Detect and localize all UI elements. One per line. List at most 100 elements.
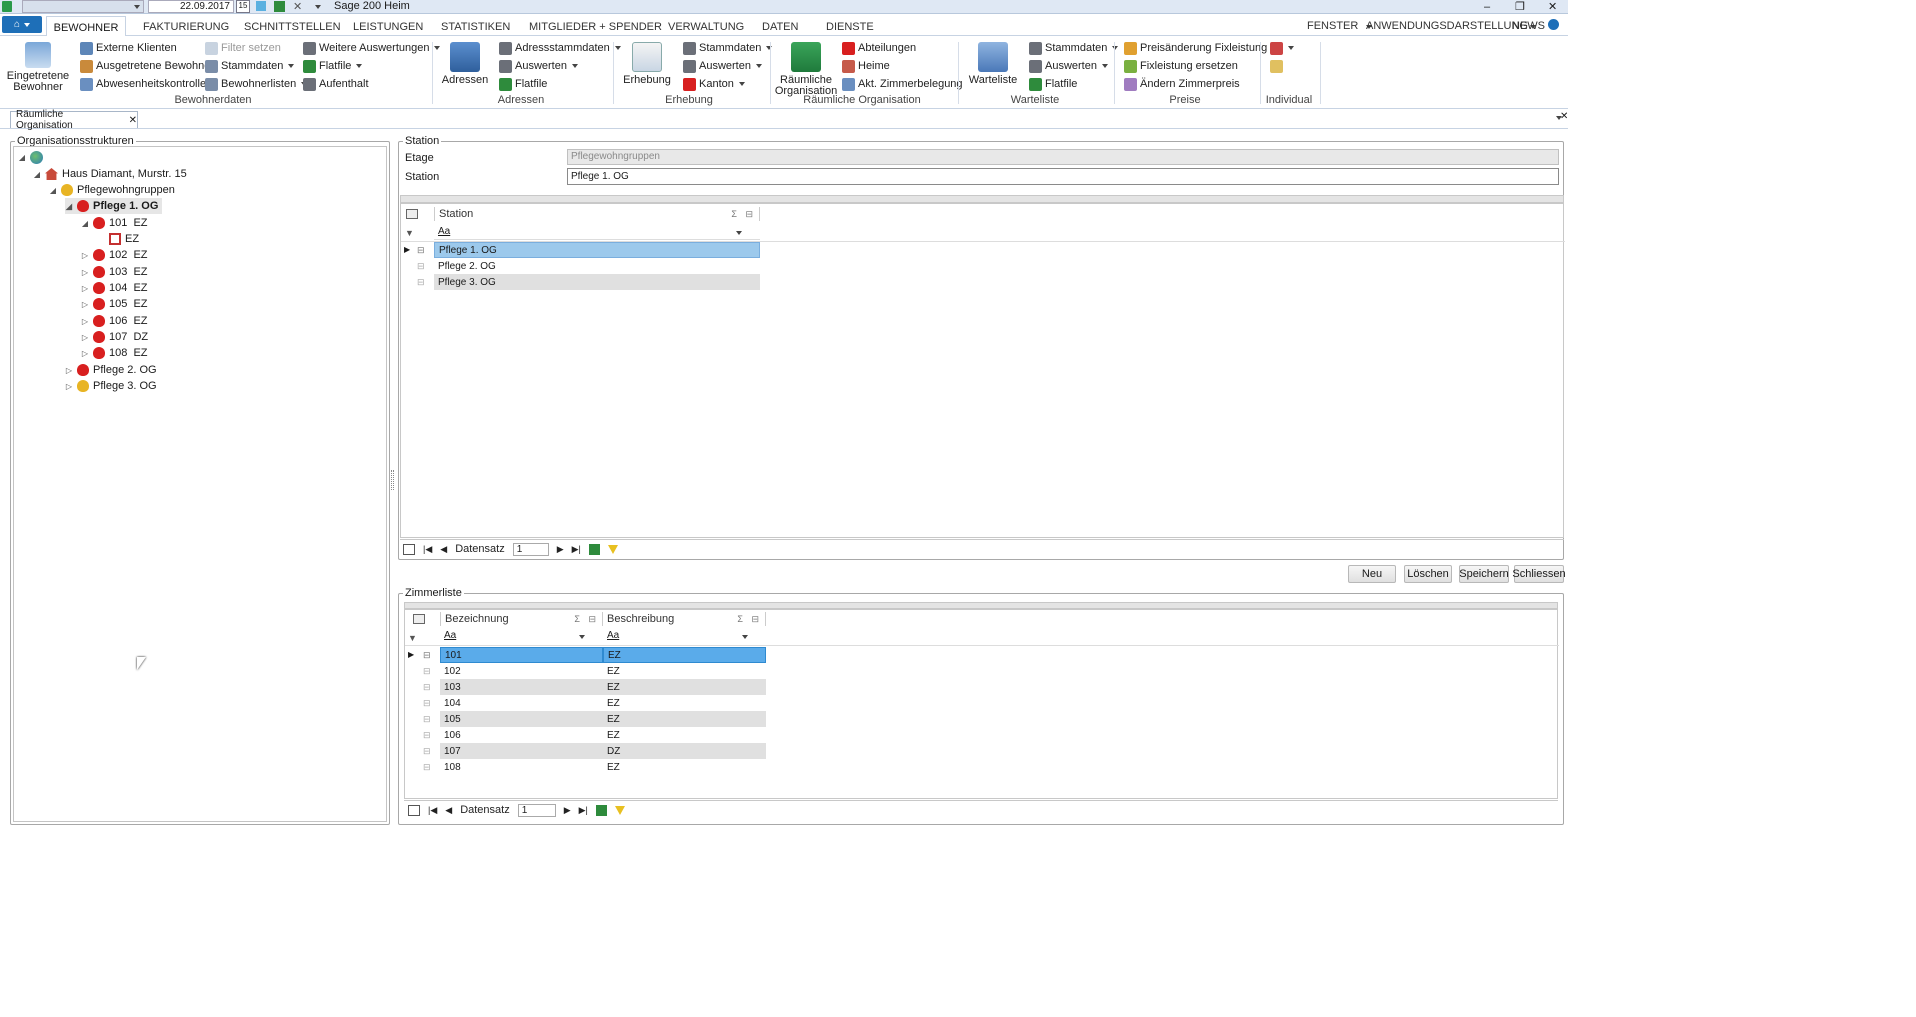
bezeichnung-column-header[interactable]: Bezeichnung Σ ⊟: [440, 612, 603, 626]
zimmer-row-bezeichnung[interactable]: 103: [440, 679, 603, 695]
tree-pflege-1-og[interactable]: ◢ Pflege 1. OG: [65, 198, 163, 214]
zimmer-row-bezeichnung[interactable]: 106: [440, 727, 603, 743]
zimmer-row-bezeichnung[interactable]: 107: [440, 743, 603, 759]
grid-menu-icon[interactable]: [408, 804, 420, 816]
tab-daten[interactable]: DATEN: [762, 21, 798, 33]
row-pin-icon[interactable]: ⊟: [423, 682, 431, 693]
weitere-auswertungen-button[interactable]: Weitere Auswertungen: [303, 40, 441, 56]
zimmer-row-bezeichnung[interactable]: 101: [440, 647, 603, 663]
tree-room-102[interactable]: ▷ 102 EZ: [81, 247, 148, 263]
column-pin-icon[interactable]: ⊟: [588, 614, 596, 625]
export-excel-icon[interactable]: [588, 543, 600, 555]
zimmer-row-beschreibung[interactable]: EZ: [603, 711, 766, 727]
erhebung-stammdaten-button[interactable]: Stammdaten: [683, 40, 773, 56]
heime-button[interactable]: Heime: [842, 58, 890, 74]
station-filter-input[interactable]: Aa: [434, 226, 760, 240]
tab-statistiken[interactable]: STATISTIKEN: [441, 21, 510, 33]
doctab-raeumliche-organisation[interactable]: Räumliche Organisation ✕: [10, 109, 138, 131]
close-all-tabs-icon[interactable]: ✕: [1560, 111, 1568, 122]
zimmer-row-beschreibung[interactable]: EZ: [603, 663, 766, 679]
help-icon[interactable]: [1548, 19, 1559, 30]
column-chooser-icon[interactable]: [413, 614, 425, 624]
close-tab-icon[interactable]: ✕: [129, 115, 137, 126]
tree-room-101[interactable]: ◢ 101 EZ: [81, 215, 148, 231]
raeumliche-organisation-button[interactable]: Räumliche Organisation: [775, 42, 837, 97]
individual-user-button[interactable]: [1270, 40, 1294, 56]
menu-anwendungsdarstellung[interactable]: ANWENDUNGSDARSTELLUNG: [1366, 20, 1536, 32]
prev-record-icon[interactable]: ◀: [440, 544, 447, 555]
tree-room-106[interactable]: ▷ 106 EZ: [81, 313, 148, 329]
prev-record-icon[interactable]: ◀: [445, 805, 452, 816]
zimmer-row-bezeichnung[interactable]: 108: [440, 759, 603, 775]
tools-icon[interactable]: ✕: [293, 0, 302, 13]
warteliste-button[interactable]: Warteliste: [968, 42, 1018, 86]
minimize-icon[interactable]: –: [1484, 1, 1490, 13]
station-row[interactable]: Pflege 1. OG: [434, 242, 760, 258]
tree-room-104[interactable]: ▷ 104 EZ: [81, 280, 148, 296]
tree-pflege-2-og[interactable]: ▷ Pflege 2. OG: [65, 362, 157, 378]
erhebung-button[interactable]: Erhebung: [623, 42, 671, 86]
zimmer-row-beschreibung[interactable]: DZ: [603, 743, 766, 759]
last-record-icon[interactable]: ▶|: [572, 544, 581, 555]
adressstammdaten-button[interactable]: Adressstammdaten: [499, 40, 621, 56]
first-record-icon[interactable]: |◀: [423, 544, 432, 555]
erhebung-auswerten-button[interactable]: Auswerten: [683, 58, 762, 74]
menu-fenster[interactable]: FENSTER: [1307, 20, 1373, 32]
tab-fakturierung[interactable]: FAKTURIERUNG: [143, 21, 229, 33]
zimmer-row-bezeichnung[interactable]: 102: [440, 663, 603, 679]
last-record-icon[interactable]: ▶|: [579, 805, 588, 816]
schliessen-button[interactable]: Schliessen: [1512, 565, 1566, 583]
zimmer-row-beschreibung[interactable]: EZ: [603, 759, 766, 775]
filter-icon[interactable]: [614, 805, 625, 815]
warteliste-flatfile-button[interactable]: Flatfile: [1029, 76, 1077, 92]
eingetretene-bewohner-button[interactable]: Eingetretene Bewohner: [6, 42, 70, 93]
tab-verwaltung[interactable]: VERWALTUNG: [668, 21, 744, 33]
tab-mitglieder-spender[interactable]: MITGLIEDER + SPENDER: [529, 21, 662, 33]
next-record-icon[interactable]: ▶: [564, 805, 571, 816]
zimmer-row-beschreibung[interactable]: EZ: [603, 695, 766, 711]
tree-bed-ez[interactable]: EZ: [109, 231, 139, 247]
preisaenderung-button[interactable]: Preisänderung Fixleistung: [1124, 40, 1267, 56]
home-button[interactable]: ⌂: [2, 16, 42, 33]
row-pin-icon[interactable]: ⊟: [417, 245, 425, 256]
menu-news[interactable]: NEWS: [1512, 20, 1545, 32]
bezeichnung-filter-input[interactable]: Aa: [440, 630, 585, 644]
column-pin-icon[interactable]: ⊟: [751, 614, 759, 625]
filter-setzen-button[interactable]: Filter setzen: [205, 40, 281, 56]
abwesenheitskontrolle-button[interactable]: Abwesenheitskontrolle: [80, 76, 206, 92]
tab-dienste[interactable]: DIENSTE: [826, 21, 874, 33]
row-pin-icon[interactable]: ⊟: [423, 746, 431, 757]
row-pin-icon[interactable]: ⊟: [423, 698, 431, 709]
tab-bewohner[interactable]: BEWOHNER: [46, 16, 126, 37]
close-icon[interactable]: ✕: [1548, 0, 1557, 13]
zimmerpreis-button[interactable]: Ändern Zimmerpreis: [1124, 76, 1240, 92]
panel-splitter[interactable]: [391, 470, 394, 490]
quick-access-dropdown-icon[interactable]: [315, 5, 321, 9]
externe-klienten-button[interactable]: Externe Klienten: [80, 40, 177, 56]
filter-icon[interactable]: [607, 544, 618, 554]
zimmer-row-beschreibung[interactable]: EZ: [603, 647, 766, 663]
restore-icon[interactable]: ❐: [1515, 0, 1525, 13]
export-excel-icon[interactable]: [595, 804, 607, 816]
row-pin-icon[interactable]: ⊟: [423, 666, 431, 677]
flatfile-button[interactable]: Flatfile: [303, 58, 363, 74]
column-summary-icon[interactable]: Σ: [574, 614, 580, 624]
excel-icon[interactable]: [274, 1, 285, 12]
column-chooser-icon[interactable]: [406, 209, 418, 219]
row-pin-icon[interactable]: ⊟: [423, 762, 431, 773]
row-pin-icon[interactable]: ⊟: [423, 650, 431, 661]
context-dropdown[interactable]: [22, 0, 144, 13]
aufenthalt-button[interactable]: Aufenthalt: [303, 76, 369, 92]
tree-pflegewohngruppen[interactable]: ◢ Pflegewohngruppen: [49, 182, 175, 198]
warteliste-stammdaten-button[interactable]: Stammdaten: [1029, 40, 1119, 56]
tree-pflege-3-og[interactable]: ▷ Pflege 3. OG: [65, 378, 157, 394]
kanton-button[interactable]: Kanton: [683, 76, 745, 92]
tree-room-108[interactable]: ▷ 108 EZ: [81, 345, 148, 361]
station-row[interactable]: Pflege 3. OG: [434, 274, 760, 290]
warteliste-auswerten-button[interactable]: Auswerten: [1029, 58, 1108, 74]
station-row[interactable]: Pflege 2. OG: [434, 258, 760, 274]
column-summary-icon[interactable]: Σ: [731, 209, 737, 219]
row-pin-icon[interactable]: ⊟: [423, 714, 431, 725]
adressen-auswerten-button[interactable]: Auswerten: [499, 58, 578, 74]
row-pin-icon[interactable]: ⊟: [417, 261, 425, 272]
